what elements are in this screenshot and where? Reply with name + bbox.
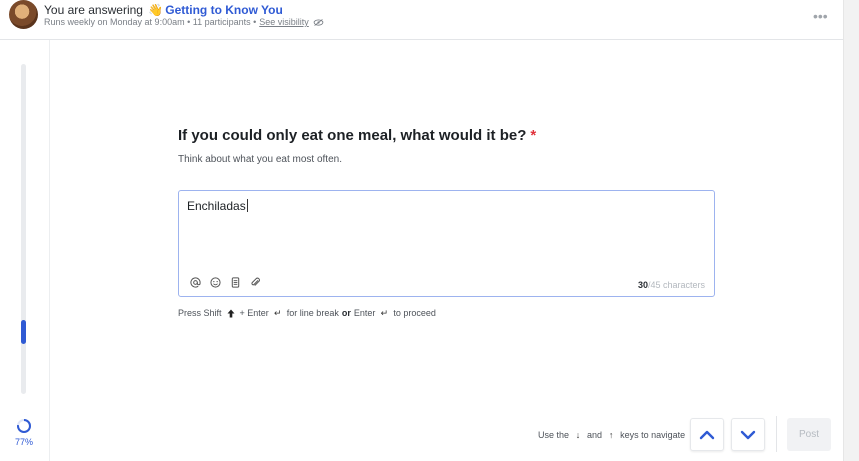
answer-toolbar bbox=[189, 276, 261, 288]
enter-key-icon-2: ↵ bbox=[380, 307, 389, 318]
text-caret bbox=[246, 199, 248, 212]
document-icon[interactable] bbox=[229, 276, 241, 288]
nav-keys-text: keys to navigate bbox=[620, 430, 686, 440]
emoji-icon[interactable] bbox=[209, 276, 221, 288]
chevron-down-icon bbox=[740, 430, 756, 439]
footer-divider bbox=[776, 416, 777, 452]
mention-icon[interactable] bbox=[189, 276, 201, 288]
schedule-text: Runs weekly on Monday at 9:00am • 11 par… bbox=[44, 17, 257, 27]
more-options-button[interactable]: ••• bbox=[813, 8, 828, 24]
see-visibility-link[interactable]: See visibility bbox=[259, 17, 309, 27]
character-counter: 30/45 characters bbox=[638, 280, 705, 290]
survey-name-link[interactable]: Getting to Know You bbox=[165, 3, 283, 17]
char-limit: /45 characters bbox=[647, 280, 705, 290]
progress-marker bbox=[21, 320, 26, 344]
answer-text: Enchiladas bbox=[187, 199, 246, 213]
chevron-up-icon bbox=[699, 430, 715, 439]
eye-off-icon bbox=[313, 18, 324, 26]
header: You are answering 👋 Getting to Know You R… bbox=[0, 0, 843, 40]
progress-ring-icon bbox=[17, 419, 31, 433]
app-root: You are answering 👋 Getting to Know You R… bbox=[0, 0, 859, 461]
required-mark: * bbox=[530, 127, 537, 144]
header-title: You are answering 👋 Getting to Know You bbox=[44, 3, 283, 17]
header-subtitle: Runs weekly on Monday at 9:00am • 11 par… bbox=[44, 17, 324, 27]
hint-press: Press Shift bbox=[178, 308, 222, 318]
header-prefix: You are answering bbox=[44, 3, 143, 17]
progress-sidebar: 77% bbox=[0, 40, 50, 461]
shift-key-icon bbox=[226, 308, 236, 318]
enter-key-icon: ↵ bbox=[274, 307, 282, 318]
wave-emoji: 👋 bbox=[148, 3, 164, 17]
progress-percent: 77% bbox=[14, 437, 33, 447]
question-title: If you could only eat one meal, what wou… bbox=[178, 127, 536, 144]
progress-track bbox=[21, 64, 26, 394]
hint-proceed: to proceed bbox=[393, 308, 436, 318]
previous-question-button[interactable] bbox=[690, 418, 724, 451]
keyboard-hint: Press Shift + Enter ↵ for line break or … bbox=[178, 307, 436, 319]
hint-or: or bbox=[341, 308, 351, 318]
avatar bbox=[9, 0, 38, 29]
attachment-icon[interactable] bbox=[249, 276, 261, 288]
post-button[interactable]: Post bbox=[787, 418, 831, 451]
question-text: If you could only eat one meal, what wou… bbox=[178, 127, 527, 144]
up-arrow-key-icon: ↑ bbox=[608, 430, 614, 440]
nav-use-the: Use the bbox=[538, 430, 570, 440]
hint-line-break: for line break bbox=[286, 308, 339, 318]
page-scrollbar[interactable] bbox=[843, 0, 859, 461]
down-arrow-key-icon: ↓ bbox=[575, 430, 581, 440]
hint-plus-enter: + Enter bbox=[239, 308, 269, 318]
answer-value[interactable]: Enchiladas bbox=[187, 199, 248, 213]
hint-enter: Enter bbox=[353, 308, 376, 318]
navigation-hint: Use the ↓ and ↑ keys to navigate bbox=[538, 430, 685, 440]
question-helper: Think about what you eat most often. bbox=[178, 154, 342, 165]
char-count: 30 bbox=[637, 280, 648, 290]
answer-textarea[interactable]: Enchiladas 30/45 characters bbox=[178, 190, 715, 297]
nav-and: and bbox=[587, 430, 603, 440]
next-question-button[interactable] bbox=[731, 418, 765, 451]
